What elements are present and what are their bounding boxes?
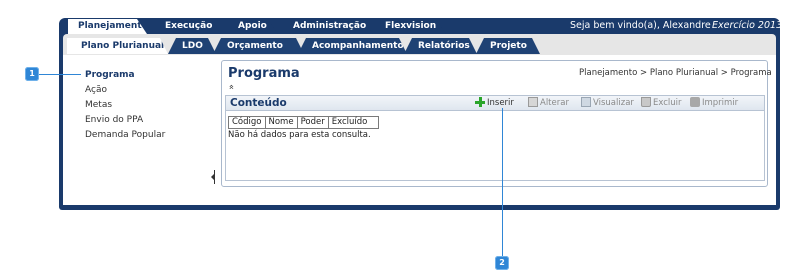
tab-flexvision[interactable]: Flexvision <box>373 19 446 34</box>
sidebar-item-demanda-popular[interactable]: Demanda Popular <box>85 128 165 143</box>
results-table: Código Nome Poder Excluído <box>228 116 379 129</box>
visualizar-button[interactable]: Visualizar <box>581 97 634 109</box>
fiscal-year-label: Exercício 2013 <box>712 20 783 31</box>
tab-ldo[interactable]: LDO <box>168 38 216 54</box>
empty-results-message: Não há dados para esta consulta. <box>228 130 371 140</box>
collapse-up-icon[interactable]: » <box>227 84 237 90</box>
column-header-nome[interactable]: Nome <box>264 116 298 129</box>
sidebar-item-acao[interactable]: Ação <box>85 83 165 98</box>
column-header-excluido[interactable]: Excluído <box>327 116 379 129</box>
alterar-button[interactable]: Alterar <box>528 97 569 109</box>
visualizar-label: Visualizar <box>593 98 634 108</box>
callout-2-line <box>502 108 503 256</box>
inserir-label: Inserir <box>487 98 514 108</box>
inserir-button[interactable]: Inserir <box>475 97 514 109</box>
sidebar-collapse-handle[interactable] <box>211 170 220 184</box>
tab-administracao[interactable]: Administração <box>281 19 373 34</box>
tab-plano-plurianual[interactable]: Plano Plurianual <box>67 38 168 54</box>
breadcrumb: Planejamento > Plano Plurianual > Progra… <box>579 68 772 78</box>
imprimir-label: Imprimir <box>702 98 739 108</box>
page-title: Programa <box>228 66 300 81</box>
printer-icon <box>690 97 700 107</box>
view-document-icon <box>581 97 591 107</box>
column-header-poder[interactable]: Poder <box>296 116 329 129</box>
sidebar-item-programa[interactable]: Programa <box>85 68 165 83</box>
tab-execucao[interactable]: Execução <box>157 19 221 34</box>
tab-acompanhamento[interactable]: Acompanhamento <box>298 38 407 54</box>
callout-1-line <box>39 74 81 75</box>
callout-badge-1: 1 <box>25 67 39 81</box>
tab-projeto[interactable]: Projeto <box>476 38 540 54</box>
edit-document-icon <box>528 97 538 107</box>
excluir-button[interactable]: Excluir <box>641 97 682 109</box>
content-title: Conteúdo <box>230 97 287 109</box>
alterar-label: Alterar <box>540 98 569 108</box>
trash-icon <box>641 97 651 107</box>
sidebar-item-metas[interactable]: Metas <box>85 98 165 113</box>
column-header-codigo[interactable]: Código <box>228 116 266 129</box>
tab-relatorios[interactable]: Relatórios <box>404 38 477 54</box>
plus-icon <box>475 97 485 107</box>
tab-orcamento[interactable]: Orçamento <box>213 38 304 54</box>
table-header-row: Código Nome Poder Excluído <box>228 116 379 129</box>
tab-planejamento[interactable]: Planejamento <box>68 19 147 34</box>
sidebar-item-envio-ppa[interactable]: Envio do PPA <box>85 113 165 128</box>
imprimir-button[interactable]: Imprimir <box>690 97 738 109</box>
excluir-label: Excluir <box>653 98 682 108</box>
callout-badge-2: 2 <box>495 256 509 270</box>
sidebar: Programa Ação Metas Envio do PPA Demanda… <box>85 68 165 143</box>
welcome-message: Seja bem vindo(a), Alexandre <box>570 20 711 31</box>
